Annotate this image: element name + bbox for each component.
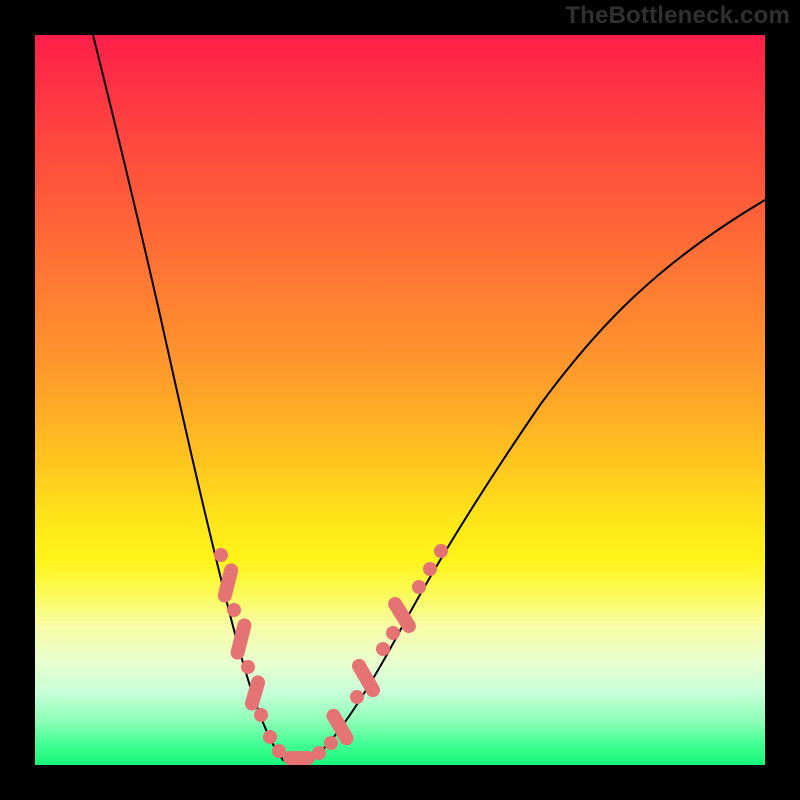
bottleneck-curve [93, 35, 765, 764]
marker-dot [324, 736, 338, 750]
marker-dot [214, 548, 228, 562]
chart-frame: TheBottleneck.com [0, 0, 800, 800]
watermark-text: TheBottleneck.com [565, 2, 790, 30]
marker-pill [243, 674, 266, 712]
marker-dot [254, 708, 268, 722]
marker-dot [423, 562, 437, 576]
marker-dot [312, 746, 326, 760]
marker-dot [350, 690, 364, 704]
marker-dot [376, 642, 390, 656]
marker-dot [412, 580, 426, 594]
marker-pill [216, 562, 239, 604]
marker-dot [386, 626, 400, 640]
marker-dot [227, 603, 241, 617]
marker-dot [241, 660, 255, 674]
marker-dot [434, 544, 448, 558]
marker-dot [263, 730, 277, 744]
chart-svg [35, 35, 765, 765]
plot-area [35, 35, 765, 765]
marker-group [214, 544, 448, 765]
marker-pill [283, 751, 315, 765]
